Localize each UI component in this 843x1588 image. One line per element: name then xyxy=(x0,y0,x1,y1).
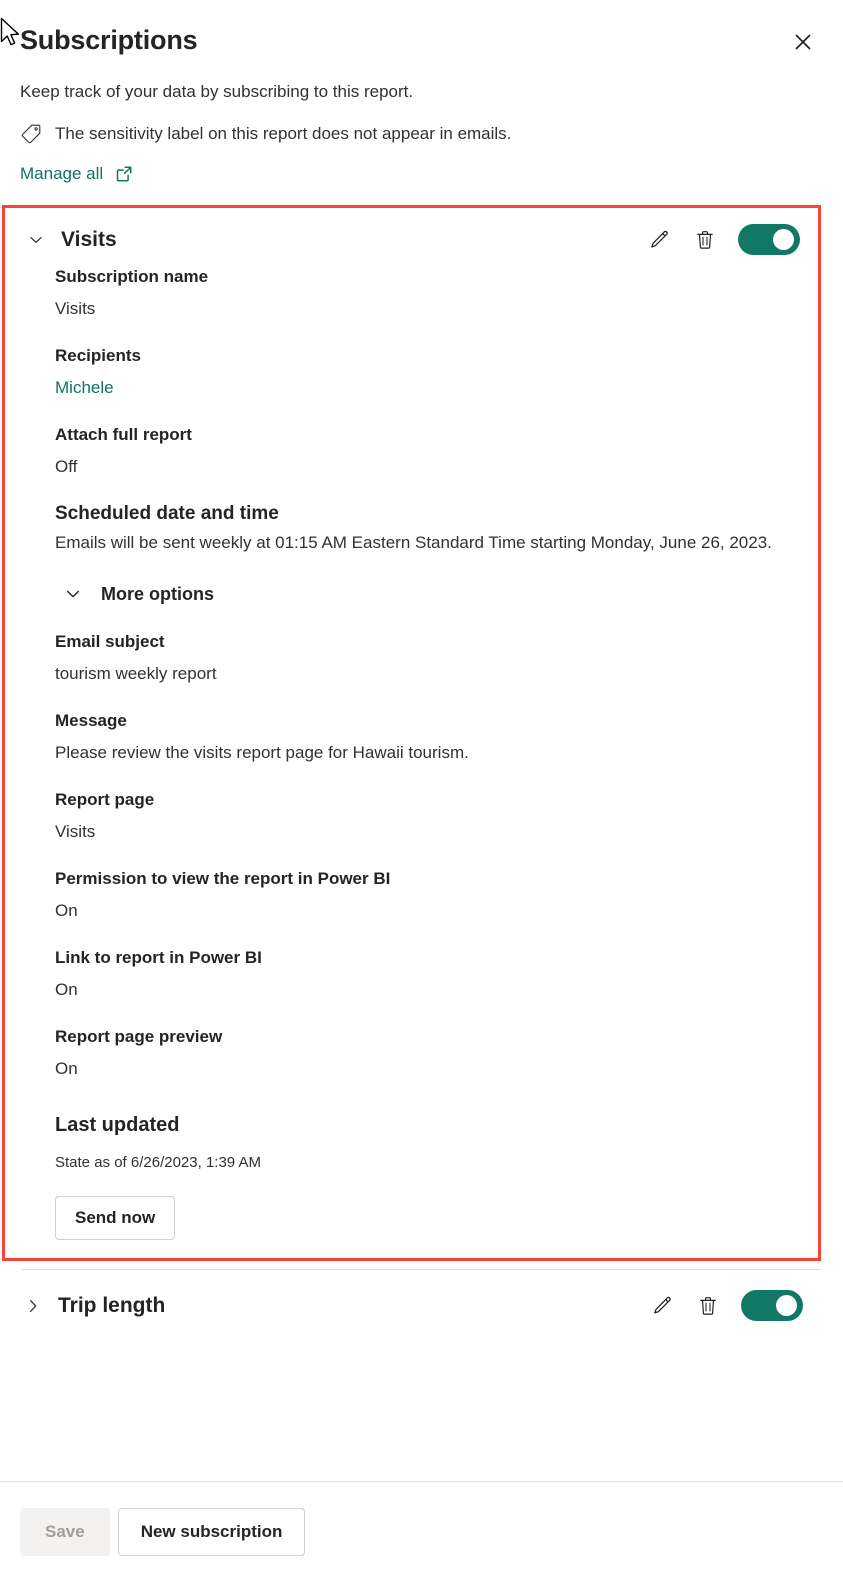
field-value: Emails will be sent weekly at 01:15 AM E… xyxy=(55,533,772,552)
subscription-toggle[interactable] xyxy=(738,224,800,255)
subscription-card-visits: Visits Subscription name Visits Recipien… xyxy=(2,205,821,1261)
field-value: tourism weekly report xyxy=(55,664,217,683)
field-report-page-preview: Report page preview On xyxy=(55,1025,792,1082)
manage-all-link[interactable]: Manage all xyxy=(20,163,133,185)
field-scheduled-date-and-time: Scheduled date and time Emails will be s… xyxy=(55,502,792,556)
field-value: Visits xyxy=(55,299,96,318)
field-label: Report page xyxy=(55,790,155,809)
last-updated-label: Last updated xyxy=(55,1114,180,1136)
edit-subscription-button[interactable] xyxy=(649,1293,675,1319)
field-value: On xyxy=(55,980,78,999)
edit-subscription-button[interactable] xyxy=(646,227,672,253)
delete-subscription-button[interactable] xyxy=(692,227,718,253)
field-report-page: Report page Visits xyxy=(55,788,792,845)
send-now-button[interactable]: Send now xyxy=(55,1196,176,1240)
subscription-title: Trip length xyxy=(58,1293,166,1317)
field-label: Email subject xyxy=(55,632,165,651)
sensitivity-text: The sensitivity label on this report doe… xyxy=(55,124,512,143)
page-title: Subscriptions xyxy=(20,25,198,55)
toggle-knob xyxy=(776,1295,797,1316)
panel-header: Subscriptions xyxy=(0,0,843,58)
new-subscription-button[interactable]: New subscription xyxy=(117,1508,306,1556)
pencil-icon xyxy=(650,1294,674,1318)
field-label: Message xyxy=(55,711,127,730)
recipient-chip[interactable]: Michele xyxy=(55,375,114,401)
external-link-icon xyxy=(115,165,133,183)
more-options-toggle[interactable]: More options xyxy=(63,582,214,606)
subscriptions-panel: Subscriptions Keep track of your data by… xyxy=(0,0,843,1588)
pencil-icon xyxy=(647,228,671,252)
chevron-right-icon[interactable] xyxy=(24,1297,42,1315)
toggle-knob xyxy=(773,229,794,250)
field-label: Link to report in Power BI xyxy=(55,948,262,967)
subscription-toggle[interactable] xyxy=(741,1290,803,1321)
close-icon xyxy=(794,33,812,51)
subscription-actions xyxy=(649,1290,803,1321)
field-email-subject: Email subject tourism weekly report xyxy=(55,630,792,687)
manage-all-label: Manage all xyxy=(20,164,104,183)
field-recipients: Recipients Michele xyxy=(55,344,792,401)
field-permission-to-view-report: Permission to view the report in Power B… xyxy=(55,867,792,924)
close-button[interactable] xyxy=(787,26,819,58)
field-value: On xyxy=(55,1059,78,1078)
subscription-details: Subscription name Visits Recipients Mich… xyxy=(5,265,818,1240)
subscription-card-trip-length: Trip length xyxy=(0,1270,843,1341)
field-value: Off xyxy=(55,457,78,476)
last-updated-value: State as of 6/26/2023, 1:39 AM xyxy=(55,1154,261,1171)
sensitivity-notice: The sensitivity label on this report doe… xyxy=(20,123,843,145)
more-options-label: More options xyxy=(101,584,214,604)
field-label: Report page preview xyxy=(55,1027,223,1046)
chevron-down-icon xyxy=(63,584,83,604)
trash-icon xyxy=(696,1294,720,1318)
field-label: Subscription name xyxy=(55,267,209,286)
panel-footer: Save New subscription xyxy=(0,1481,843,1588)
field-link-to-report: Link to report in Power BI On xyxy=(55,946,792,1003)
field-label: Scheduled date and time xyxy=(55,503,279,524)
tag-icon xyxy=(20,123,42,145)
field-label: Recipients xyxy=(55,346,141,365)
field-label: Attach full report xyxy=(55,425,192,444)
field-attach-full-report: Attach full report Off xyxy=(55,423,792,480)
field-subscription-name: Subscription name Visits xyxy=(55,265,792,322)
subscription-header: Visits xyxy=(5,208,818,265)
delete-subscription-button[interactable] xyxy=(695,1293,721,1319)
trash-icon xyxy=(693,228,717,252)
subscription-actions xyxy=(646,224,800,255)
field-label: Permission to view the report in Power B… xyxy=(55,869,391,888)
subscription-title: Visits xyxy=(61,227,117,251)
field-message: Message Please review the visits report … xyxy=(55,709,792,766)
field-value: Please review the visits report page for… xyxy=(55,743,469,762)
chevron-down-icon[interactable] xyxy=(27,231,45,249)
field-value: Visits xyxy=(55,822,96,841)
field-value: On xyxy=(55,901,78,920)
panel-subtitle: Keep track of your data by subscribing t… xyxy=(20,82,414,101)
save-button[interactable]: Save xyxy=(20,1508,110,1556)
